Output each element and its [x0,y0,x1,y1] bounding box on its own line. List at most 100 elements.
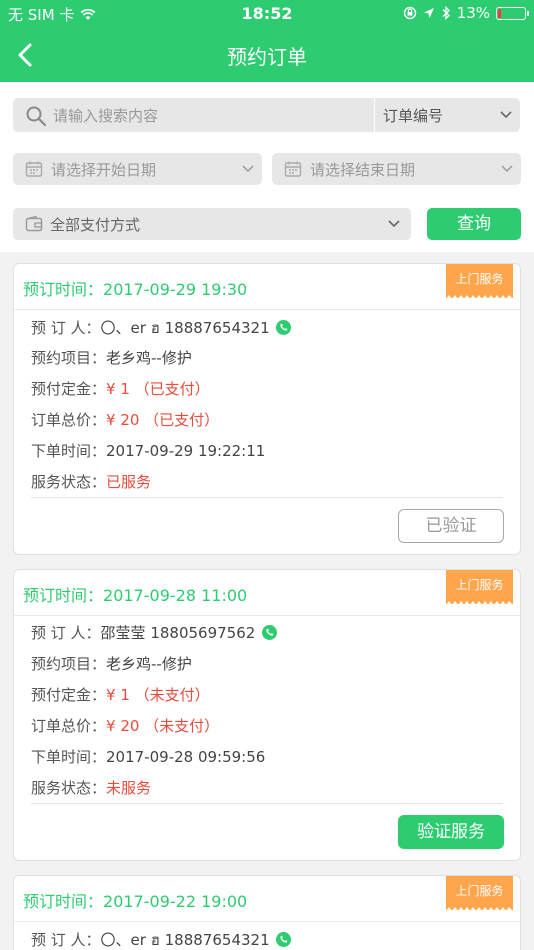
booking-time-label: 预订时间： [23,280,104,299]
chevron-down-icon [500,111,512,119]
service-type-badge: 上门服务 [446,264,513,299]
navigation-bar: 预约订单 [0,28,534,82]
phone-icon[interactable] [276,932,292,947]
booker-value: 邵莹莹 18805697562 [100,624,256,642]
order-time-value: 2017-09-29 19:22:11 [106,442,266,460]
service-type-badge: 上门服务 [446,570,513,605]
card-divider [31,497,503,498]
end-date-placeholder: 请选择结束日期 [310,161,416,179]
deposit-value: ¥ 1 （已支付） [106,380,210,398]
location-icon [423,8,434,18]
deposit-value: ¥ 1 （未支付） [106,686,210,704]
total-value: ¥ 20 （未支付） [106,717,220,735]
booking-time-value: 2017-09-28 11:00 [103,586,248,605]
order-time-label: 下单时间： [31,748,107,766]
start-date-picker[interactable]: 请选择开始日期 [13,153,262,185]
deposit-label: 预付定金： [31,380,107,398]
status-bar: 无 SIM 卡 18:52 13% [0,0,534,28]
item-value: 老乡鸡--修护 [106,349,192,367]
order-card-header: 预订时间：2017-09-22 19:00 上门服务 [14,876,520,922]
booking-time: 预订时间：2017-09-28 11:00 [23,582,247,606]
total-row: 订单总价：¥ 20 （已支付） [31,409,219,430]
item-label: 预约项目： [31,349,107,367]
chevron-down-icon [388,220,400,228]
badge-zigzag-edge [446,601,513,605]
total-value: ¥ 20 （已支付） [106,411,220,429]
service-status-value: 未服务 [106,779,152,797]
filter-panel: 请输入搜索内容 订单编号 请选择开始日期 请选择结束日期 全部支付方式 查询 [0,82,534,252]
order-card-header: 预订时间：2017-09-29 19:30 上门服务 [14,264,520,310]
query-button[interactable]: 查询 [427,208,521,240]
order-type-select[interactable]: 订单编号 [375,98,520,132]
service-type-badge: 上门服务 [446,876,513,911]
booker-label: 预 订 人： [31,319,101,337]
booking-time: 预订时间：2017-09-22 19:00 [23,888,247,912]
booking-time-label: 预订时间： [23,892,104,911]
total-label: 订单总价： [31,411,107,429]
service-status-row: 服务状态：未服务 [31,777,151,798]
order-time-label: 下单时间： [31,442,107,460]
chevron-down-icon [501,165,513,173]
verify-service-button[interactable]: 验证服务 [398,815,504,849]
item-row: 预约项目：老乡鸡--修护 [31,653,192,674]
order-card: 预订时间：2017-09-22 19:00 上门服务 预 订 人：〇、er ฮ … [13,875,521,950]
order-card: 预订时间：2017-09-29 19:30 上门服务 预 订 人：〇、er ฮ … [13,263,521,555]
status-right: 13% [403,4,529,22]
total-label: 订单总价： [31,717,107,735]
badge-zigzag-edge [446,907,513,911]
service-type-label: 上门服务 [455,578,504,592]
phone-icon[interactable] [276,320,292,335]
order-time-value: 2017-09-28 09:59:56 [106,748,266,766]
service-type-label: 上门服务 [455,884,504,898]
wallet-icon [25,215,43,232]
order-time-row: 下单时间：2017-09-28 09:59:56 [31,746,265,767]
card-divider [31,803,503,804]
order-time-row: 下单时间：2017-09-29 19:22:11 [31,440,265,461]
battery-icon [496,6,529,20]
booking-time-label: 预订时间： [23,586,104,605]
order-card-header: 预订时间：2017-09-28 11:00 上门服务 [14,570,520,616]
search-bar: 请输入搜索内容 订单编号 [13,98,520,132]
deposit-row: 预付定金：¥ 1 （未支付） [31,684,210,705]
calendar-icon [284,161,302,177]
chevron-down-icon [242,165,254,173]
item-value: 老乡鸡--修护 [106,655,192,673]
booker-value: 〇、er ฮ 18887654321 [100,319,270,337]
rotation-lock-icon [403,6,416,20]
booking-time-value: 2017-09-29 19:30 [103,280,248,299]
battery-level [498,8,502,18]
start-date-placeholder: 请选择开始日期 [51,161,157,179]
total-row: 订单总价：¥ 20 （未支付） [31,715,219,736]
verified-button[interactable]: 已验证 [398,509,504,543]
deposit-row: 预付定金：¥ 1 （已支付） [31,378,210,399]
end-date-picker[interactable]: 请选择结束日期 [272,153,521,185]
badge-zigzag-edge [446,295,513,299]
booker-row: 预 订 人：〇、er ฮ 18887654321 [31,928,292,950]
booker-label: 预 订 人： [31,624,101,642]
payment-method-value: 全部支付方式 [50,216,141,234]
service-type-label: 上门服务 [455,272,504,286]
service-status-label: 服务状态： [31,473,107,491]
bluetooth-icon [442,6,450,20]
booker-label: 预 订 人： [31,931,101,949]
item-label: 预约项目： [31,655,107,673]
search-icon [26,106,47,127]
order-card: 预订时间：2017-09-28 11:00 上门服务 预 订 人：邵莹莹 188… [13,569,521,861]
deposit-label: 预付定金： [31,686,107,704]
order-type-label: 订单编号 [383,107,444,125]
service-status-value: 已服务 [106,473,152,491]
page-title: 预约订单 [227,45,307,69]
calendar-icon [25,161,43,177]
booker-row: 预 订 人：邵莹莹 18805697562 [31,622,278,643]
booking-time-value: 2017-09-22 19:00 [103,892,248,911]
item-row: 预约项目：老乡鸡--修护 [31,347,192,368]
search-input[interactable]: 请输入搜索内容 [53,105,158,126]
service-status-label: 服务状态： [31,779,107,797]
booker-value: 〇、er ฮ 18887654321 [100,931,270,949]
service-status-row: 服务状态：已服务 [31,471,151,492]
payment-method-select[interactable]: 全部支付方式 [13,208,411,240]
battery-percent: 13% [456,4,490,22]
booking-time: 预订时间：2017-09-29 19:30 [23,276,247,300]
phone-icon[interactable] [262,625,278,640]
booker-row: 预 订 人：〇、er ฮ 18887654321 [31,316,292,340]
